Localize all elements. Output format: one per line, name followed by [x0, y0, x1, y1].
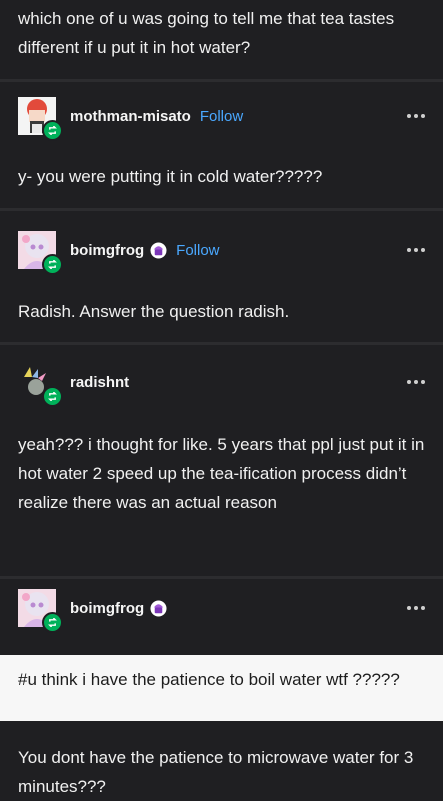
- post-text: You dont have the patience to microwave …: [18, 748, 414, 796]
- more-options-icon[interactable]: [407, 248, 429, 252]
- more-options-icon[interactable]: [407, 380, 429, 384]
- username[interactable]: radishnt: [70, 374, 129, 391]
- more-options-icon[interactable]: [407, 114, 429, 118]
- tags-text: #u think i have the patience to boil wat…: [18, 670, 400, 689]
- post-text: y- you were putting it in cold water????…: [18, 167, 323, 186]
- avatar[interactable]: [18, 231, 63, 275]
- divider: [0, 79, 443, 82]
- post-text: yeah??? i thought for like. 5 years that…: [18, 435, 425, 512]
- tags-box: #u think i have the patience to boil wat…: [0, 655, 443, 721]
- post-header: boimgfrog Follow: [18, 228, 429, 275]
- divider: [0, 342, 443, 345]
- purple-cupcake-badge-icon: [150, 599, 167, 617]
- follow-button[interactable]: Follow: [176, 242, 219, 259]
- reblog-icon: [42, 386, 63, 407]
- purple-cupcake-badge-icon: [150, 241, 167, 259]
- divider: [0, 208, 443, 211]
- username[interactable]: mothman-misato: [70, 108, 191, 125]
- post-header: boimgfrog: [18, 586, 429, 633]
- avatar[interactable]: [18, 363, 63, 407]
- post-header: mothman-misato Follow: [18, 94, 429, 141]
- reblog-icon: [42, 612, 63, 633]
- divider: [0, 576, 443, 579]
- post-text: Radish. Answer the question radish.: [18, 302, 290, 321]
- post-text: which one of u was going to tell me that…: [18, 9, 395, 57]
- username[interactable]: boimgfrog: [70, 600, 144, 617]
- username[interactable]: boimgfrog: [70, 242, 144, 259]
- follow-button[interactable]: Follow: [200, 108, 243, 125]
- reblog-icon: [42, 120, 63, 141]
- post-header: radishnt: [18, 360, 429, 407]
- avatar[interactable]: [18, 97, 63, 141]
- reblog-icon: [42, 254, 63, 275]
- more-options-icon[interactable]: [407, 606, 429, 610]
- avatar[interactable]: [18, 589, 63, 633]
